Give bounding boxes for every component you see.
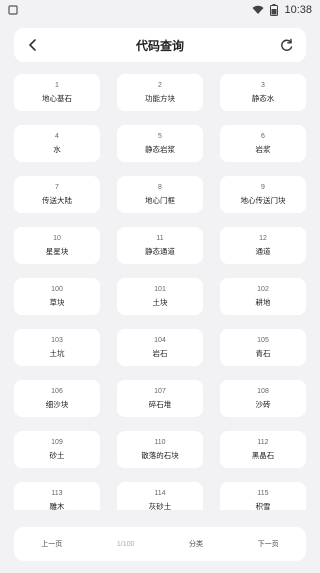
card-name: 黑晶石 [251, 450, 275, 460]
code-card[interactable]: 108 沙砖 [220, 380, 306, 417]
card-name: 地心门框 [145, 195, 175, 205]
header-bar: 代码查询 [14, 28, 306, 62]
page-indicator: 1/100 [116, 540, 135, 548]
notification-icon [8, 5, 18, 15]
card-name: 静态岩浆 [145, 144, 175, 154]
battery-icon [270, 4, 279, 16]
pagination-bar: 上一页 1/100 分类 下一页 [14, 527, 306, 561]
card-name: 岩石 [152, 348, 168, 358]
card-id: 4 [55, 132, 59, 140]
code-card[interactable]: 115 积雪 [220, 482, 306, 510]
card-name: 地心基石 [42, 93, 72, 103]
card-name: 沙砖 [255, 399, 271, 409]
card-id: 8 [158, 183, 162, 191]
card-name: 通道 [255, 246, 271, 256]
category-button[interactable]: 分类 [189, 539, 203, 549]
code-card[interactable]: 100 草块 [14, 278, 100, 315]
code-card[interactable]: 107 碎石堆 [117, 380, 203, 417]
card-id: 107 [154, 387, 166, 395]
code-card[interactable]: 6 岩浆 [220, 125, 306, 162]
status-time: 10:38 [284, 4, 312, 16]
code-card[interactable]: 8 地心门框 [117, 176, 203, 213]
card-id: 108 [257, 387, 269, 395]
code-card[interactable]: 11 静态通道 [117, 227, 203, 264]
card-id: 101 [154, 285, 166, 293]
card-name: 耕地 [255, 297, 271, 307]
card-name: 雕木 [49, 501, 65, 511]
card-name: 草块 [49, 297, 65, 307]
card-name: 积雪 [255, 501, 271, 511]
card-id: 104 [154, 336, 166, 344]
card-id: 113 [51, 489, 63, 497]
card-name: 砂土 [49, 450, 65, 460]
code-card[interactable]: 5 静态岩浆 [117, 125, 203, 162]
card-name: 静态通道 [145, 246, 175, 256]
back-arrow-icon[interactable] [24, 36, 42, 54]
code-card[interactable]: 106 细沙块 [14, 380, 100, 417]
card-name: 岩浆 [255, 144, 271, 154]
card-name: 静态水 [251, 93, 275, 103]
code-card[interactable]: 101 土块 [117, 278, 203, 315]
card-id: 103 [51, 336, 63, 344]
card-id: 105 [257, 336, 269, 344]
code-card[interactable]: 103 土坑 [14, 329, 100, 366]
code-card[interactable]: 3 静态水 [220, 74, 306, 111]
next-page-button[interactable]: 下一页 [258, 539, 279, 549]
status-bar: 10:38 [0, 0, 320, 20]
card-id: 5 [158, 132, 162, 140]
card-id: 115 [257, 489, 269, 497]
code-card[interactable]: 104 岩石 [117, 329, 203, 366]
code-card[interactable]: 114 灰砂土 [117, 482, 203, 510]
card-id: 11 [156, 234, 164, 242]
page-title: 代码查询 [135, 38, 184, 53]
code-grid: 1 地心基石 2 功能方块 3 静态水 4 水 5 静态岩浆 6 岩浆 7 传送大陆 8 地心门框 9 地心传送门… [14, 74, 306, 510]
code-card[interactable]: 9 地心传送门块 [220, 176, 306, 213]
card-name: 水 [53, 144, 61, 154]
card-id: 106 [51, 387, 63, 395]
code-card[interactable]: 1 地心基石 [14, 74, 100, 111]
wifi-icon [252, 5, 264, 14]
card-id: 102 [257, 285, 269, 293]
card-id: 114 [154, 489, 166, 497]
card-id: 100 [51, 285, 63, 293]
card-name: 星星块 [45, 246, 69, 256]
card-id: 2 [158, 81, 162, 89]
card-id: 6 [261, 132, 265, 140]
card-id: 110 [154, 438, 166, 446]
card-name: 细沙块 [45, 399, 69, 409]
card-id: 9 [261, 183, 265, 191]
card-id: 112 [257, 438, 269, 446]
card-name: 土块 [152, 297, 168, 307]
code-card[interactable]: 109 砂土 [14, 431, 100, 468]
card-name: 灰砂土 [148, 501, 172, 511]
card-id: 7 [55, 183, 59, 191]
code-card[interactable]: 102 耕地 [220, 278, 306, 315]
card-name: 传送大陆 [42, 195, 72, 205]
refresh-icon[interactable] [278, 36, 296, 54]
card-id: 12 [259, 234, 267, 242]
code-card[interactable]: 110 散落的石块 [117, 431, 203, 468]
code-card[interactable]: 10 星星块 [14, 227, 100, 264]
card-name: 碎石堆 [148, 399, 172, 409]
card-id: 10 [53, 234, 61, 242]
card-name: 散落的石块 [141, 450, 179, 460]
code-card[interactable]: 105 青石 [220, 329, 306, 366]
status-right: 10:38 [252, 4, 312, 16]
code-card[interactable]: 113 雕木 [14, 482, 100, 510]
code-card[interactable]: 7 传送大陆 [14, 176, 100, 213]
card-name: 土坑 [49, 348, 65, 358]
card-id: 109 [51, 438, 63, 446]
code-card[interactable]: 2 功能方块 [117, 74, 203, 111]
status-left [8, 5, 18, 15]
code-card[interactable]: 112 黑晶石 [220, 431, 306, 468]
code-card[interactable]: 4水 [14, 125, 100, 162]
card-id: 1 [55, 81, 59, 89]
prev-page-button[interactable]: 上一页 [41, 539, 62, 549]
card-name: 功能方块 [145, 93, 175, 103]
code-card[interactable]: 12 通道 [220, 227, 306, 264]
card-id: 3 [261, 81, 265, 89]
card-name: 地心传送门块 [240, 195, 286, 205]
card-name: 青石 [255, 348, 271, 358]
